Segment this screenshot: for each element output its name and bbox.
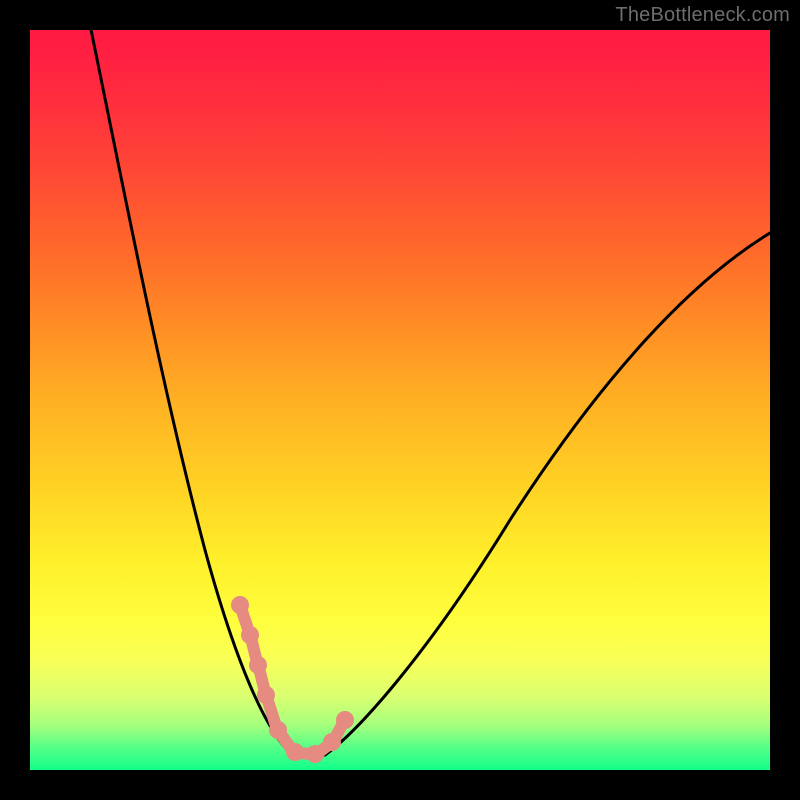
watermark-text: TheBottleneck.com (615, 4, 790, 27)
v-curve-path (89, 30, 770, 755)
chart-frame: TheBottleneck.com (0, 0, 800, 800)
plot-area (30, 30, 770, 770)
chart-svg (30, 30, 770, 770)
